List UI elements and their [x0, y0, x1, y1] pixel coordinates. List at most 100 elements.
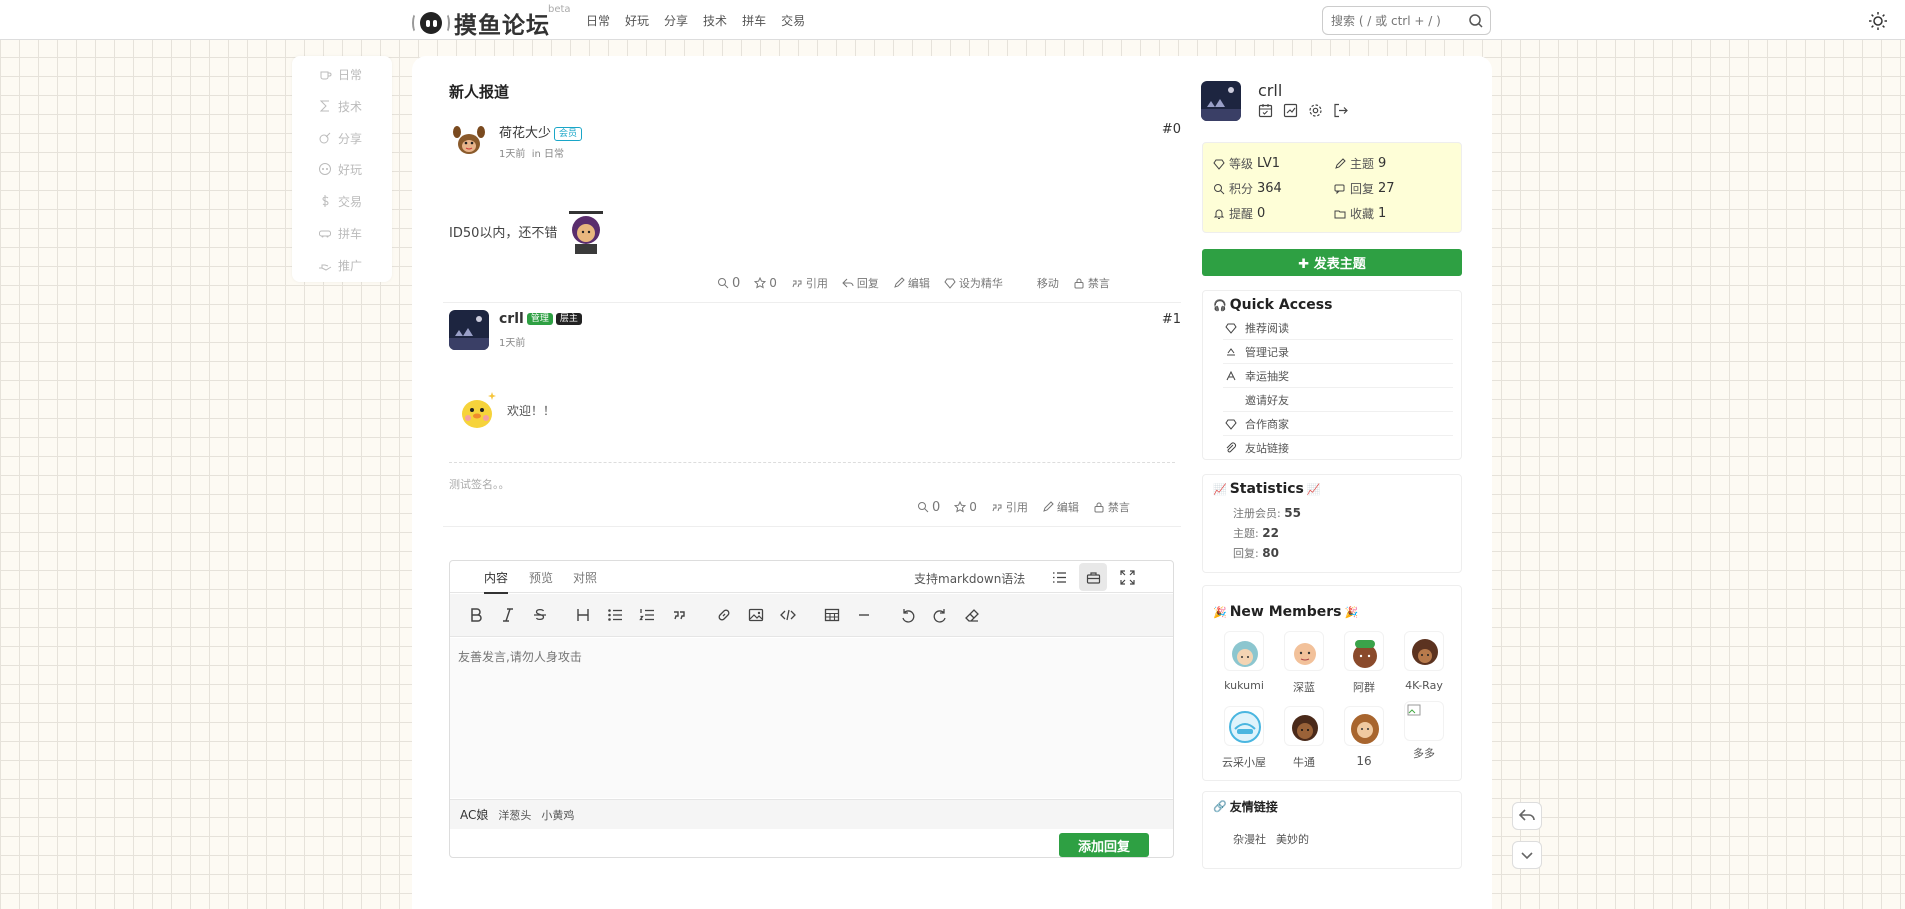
- search-icon[interactable]: [1468, 13, 1484, 29]
- redo-icon[interactable]: [931, 606, 949, 624]
- link-icon[interactable]: [715, 606, 733, 624]
- scroll-down-button[interactable]: [1512, 841, 1542, 869]
- logout-icon[interactable]: [1333, 103, 1348, 118]
- emoji-set-tab[interactable]: 洋葱头: [498, 807, 531, 823]
- quick-access-item[interactable]: 友站链接: [1223, 436, 1453, 460]
- site-logo[interactable]: 摸鱼论坛 beta: [412, 4, 571, 40]
- undo-icon[interactable]: [899, 606, 917, 624]
- avatar[interactable]: [449, 120, 489, 160]
- floor-number[interactable]: #1: [1162, 312, 1181, 327]
- author-name[interactable]: 荷花大少 会员: [499, 122, 583, 141]
- category-item-share[interactable]: 分享: [318, 129, 362, 147]
- friend-link[interactable]: 美妙的: [1276, 831, 1309, 847]
- member-item[interactable]: 阿群: [1341, 631, 1387, 695]
- eraser-icon[interactable]: [963, 606, 981, 624]
- member-avatar[interactable]: [1404, 631, 1444, 671]
- quick-access-item[interactable]: 邀请好友: [1223, 388, 1453, 412]
- member-avatar[interactable]: [1284, 706, 1324, 746]
- member-avatar[interactable]: [1284, 631, 1324, 671]
- ban-button[interactable]: 禁言: [1093, 499, 1130, 515]
- avatar[interactable]: [449, 310, 489, 350]
- ordered-list-icon[interactable]: [638, 606, 656, 624]
- table-icon[interactable]: [823, 606, 841, 624]
- quick-access-item[interactable]: 幸运抽奖: [1223, 364, 1453, 388]
- post-content: 欢迎！！: [457, 388, 555, 432]
- bullet-list-icon[interactable]: [606, 606, 624, 624]
- tab-compare[interactable]: 对照: [573, 569, 597, 586]
- nav-item[interactable]: 拼车: [742, 12, 766, 29]
- member-item[interactable]: 多多: [1401, 701, 1447, 761]
- nav-item[interactable]: 好玩: [625, 12, 649, 29]
- category-item-tech[interactable]: 技术: [318, 97, 362, 115]
- quick-access-item[interactable]: 合作商家: [1223, 412, 1453, 436]
- category-item-carpool[interactable]: 拼车: [318, 224, 362, 242]
- tab-preview[interactable]: 预览: [529, 569, 553, 586]
- heading-icon[interactable]: [574, 606, 592, 624]
- new-topic-button[interactable]: ✚ 发表主题: [1202, 249, 1462, 276]
- search-input[interactable]: [1323, 7, 1463, 34]
- reply-textarea[interactable]: [450, 638, 1173, 798]
- emoji-set-tab[interactable]: 小黄鸡: [541, 807, 574, 823]
- member-avatar[interactable]: [1224, 631, 1264, 671]
- post-category[interactable]: 日常: [544, 149, 564, 160]
- star-button[interactable]: 0: [754, 276, 777, 290]
- category-item-promo[interactable]: 推广: [318, 256, 362, 274]
- quote-button[interactable]: 引用: [991, 499, 1028, 515]
- quote-button[interactable]: 引用: [791, 275, 828, 291]
- member-item[interactable]: 云采小屋: [1221, 706, 1267, 770]
- sun-icon[interactable]: [1868, 11, 1888, 31]
- emoji-set-tab[interactable]: AC娘: [460, 806, 488, 823]
- italic-icon[interactable]: [499, 606, 517, 624]
- category-item-daily[interactable]: 日常: [318, 65, 362, 83]
- horizontal-rule-icon[interactable]: [855, 606, 873, 624]
- member-item[interactable]: 16: [1341, 706, 1387, 768]
- member-item[interactable]: 牛通: [1281, 706, 1327, 770]
- user-avatar[interactable]: [1201, 81, 1241, 121]
- edit-button[interactable]: 编辑: [1042, 499, 1079, 515]
- toolbox-button[interactable]: [1079, 563, 1107, 591]
- reply-arrow-icon: [1518, 809, 1535, 821]
- sidebar-username[interactable]: crll: [1258, 81, 1282, 100]
- tab-content[interactable]: 内容: [484, 569, 509, 594]
- report-icon[interactable]: [1283, 103, 1298, 118]
- image-icon[interactable]: [747, 606, 765, 624]
- quick-access-item[interactable]: 管理记录: [1223, 340, 1453, 364]
- calendar-check-icon[interactable]: [1258, 103, 1273, 118]
- nav-item[interactable]: 日常: [586, 12, 610, 29]
- member-avatar[interactable]: [1344, 631, 1384, 671]
- author-name[interactable]: crll 管理 层主: [499, 311, 582, 327]
- member-avatar[interactable]: [1344, 706, 1384, 746]
- fullscreen-button[interactable]: [1113, 563, 1141, 591]
- member-item[interactable]: kukumi: [1221, 631, 1267, 692]
- member-avatar-broken[interactable]: [1404, 701, 1444, 741]
- nav-item[interactable]: 分享: [664, 12, 688, 29]
- quick-access-item[interactable]: 推荐阅读: [1223, 316, 1453, 340]
- ban-button[interactable]: 禁言: [1073, 275, 1110, 291]
- category-item-fun[interactable]: 好玩: [318, 160, 362, 178]
- member-avatar[interactable]: [1224, 706, 1264, 746]
- category-item-trade[interactable]: 交易: [318, 192, 362, 210]
- stat-favorites[interactable]: 收藏 1: [1334, 205, 1386, 222]
- bold-icon[interactable]: [467, 606, 485, 624]
- star-button[interactable]: 0: [954, 500, 977, 514]
- back-button[interactable]: [1512, 802, 1542, 830]
- nav-item[interactable]: 交易: [781, 12, 805, 29]
- code-icon[interactable]: [779, 606, 797, 624]
- stat-notifications[interactable]: 提醒 0: [1213, 205, 1265, 222]
- move-button[interactable]: 移动: [1037, 275, 1059, 291]
- settings-icon[interactable]: [1308, 103, 1323, 118]
- member-item[interactable]: 4K-Ray: [1401, 631, 1447, 692]
- floor-number[interactable]: #0: [1162, 122, 1181, 137]
- friend-link[interactable]: 杂漫社: [1233, 831, 1266, 847]
- stat-topics[interactable]: 主题 9: [1334, 155, 1386, 172]
- quote-icon[interactable]: [670, 606, 688, 624]
- member-item[interactable]: 深蓝: [1281, 631, 1327, 695]
- add-reply-button[interactable]: 添加回复: [1059, 833, 1149, 857]
- edit-button[interactable]: 编辑: [893, 275, 930, 291]
- reply-button[interactable]: 回复: [842, 275, 879, 291]
- outline-button[interactable]: [1045, 563, 1073, 591]
- strikethrough-icon[interactable]: [531, 606, 549, 624]
- feature-button[interactable]: 设为精华: [944, 275, 1003, 291]
- stat-replies[interactable]: 回复 27: [1334, 180, 1395, 197]
- nav-item[interactable]: 技术: [703, 12, 727, 29]
